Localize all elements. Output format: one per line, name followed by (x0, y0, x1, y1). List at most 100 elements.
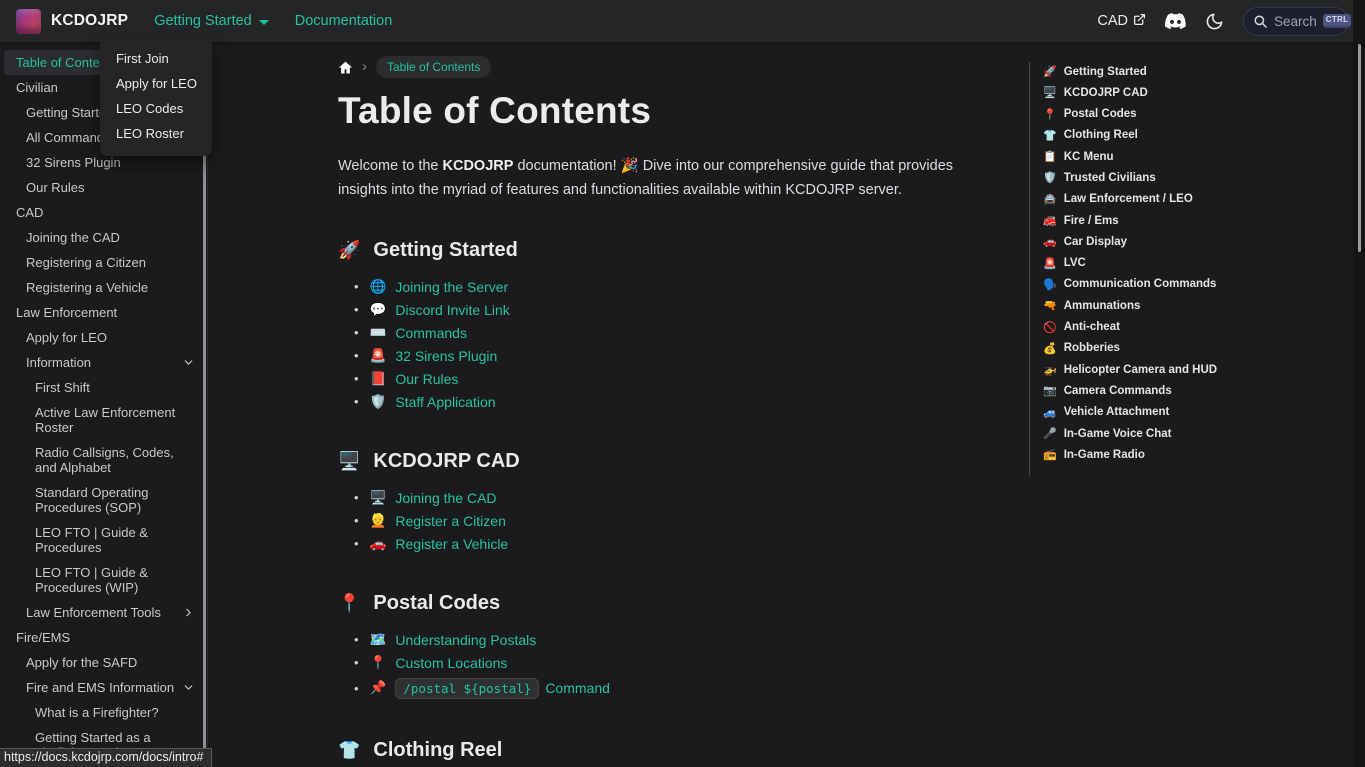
doc-list-item: 🚨 32 Sirens Plugin (354, 344, 988, 367)
toc-item[interactable]: 📷 Camera Commands (1043, 384, 1345, 397)
toc-emoji: 🖥️ (1043, 86, 1057, 99)
doc-link[interactable]: Understanding Postals (395, 632, 536, 648)
toc-item[interactable]: 🚗 Car Display (1043, 235, 1345, 248)
dropdown-item[interactable]: First Join (100, 46, 212, 71)
doc-link[interactable]: Discord Invite Link (395, 302, 509, 318)
chevron-icon[interactable] (182, 681, 195, 694)
sidebar-item[interactable]: Law Enforcement (4, 300, 203, 325)
kbd-ctrl: CTRL (1323, 14, 1352, 28)
toc-item[interactable]: 🚁 Helicopter Camera and HUD (1043, 363, 1345, 376)
sidebar-item[interactable]: What is a Firefighter? (4, 700, 203, 725)
doc-link[interactable]: Joining the CAD (395, 490, 496, 506)
sidebar-item[interactable]: Joining the CAD (4, 225, 203, 250)
chevron-icon[interactable] (182, 356, 195, 369)
toc-label: LVC (1064, 257, 1086, 269)
toc-item[interactable]: 🚀 Getting Started (1043, 65, 1345, 78)
sidebar-item-label: Law Enforcement Tools (26, 605, 161, 620)
toc-item[interactable]: 🚙 Vehicle Attachment (1043, 406, 1345, 419)
chevron-icon[interactable] (182, 606, 195, 619)
doc-list: 🌐 Joining the Server 💬 Discord Invite Li… (338, 275, 988, 413)
doc-link-label: Understanding Postals (395, 632, 536, 648)
sidebar-item[interactable]: Apply for LEO (4, 325, 203, 350)
sidebar-item[interactable]: Information (4, 350, 203, 375)
dropdown-item[interactable]: LEO Roster (100, 121, 212, 146)
dropdown-item[interactable]: Apply for LEO (100, 71, 212, 96)
doc-link-label: Register a Citizen (395, 513, 506, 529)
toc-item[interactable]: 🚔 Law Enforcement / LEO (1043, 193, 1345, 206)
list-emoji: 📍 (370, 655, 387, 671)
theme-toggle-moon-icon[interactable] (1205, 12, 1224, 31)
sidebar-item[interactable]: Registering a Citizen (4, 250, 203, 275)
doc-link[interactable]: 32 Sirens Plugin (395, 348, 497, 364)
list-emoji: 🚗 (370, 536, 387, 552)
doc-link[interactable]: Joining the Server (395, 279, 508, 295)
toc-emoji: 🔫 (1043, 299, 1057, 312)
list-emoji: 🗺️ (370, 632, 387, 648)
dropdown-item[interactable]: LEO Codes (100, 96, 212, 121)
home-icon[interactable] (338, 60, 353, 75)
doc-link[interactable]: Register a Vehicle (395, 536, 508, 552)
sidebar-item[interactable]: Our Rules (4, 175, 203, 200)
toc-item[interactable]: 📍 Postal Codes (1043, 108, 1345, 121)
doc-link[interactable]: Commands (395, 325, 467, 341)
toc-item[interactable]: 💰 Robberies (1043, 342, 1345, 355)
toc-emoji: 🚔 (1043, 193, 1057, 206)
sidebar-item[interactable]: LEO FTO | Guide & Procedures (4, 520, 203, 560)
toc-item[interactable]: 🔫 Ammunations (1043, 299, 1345, 312)
doc-link[interactable]: /postal ${postal} Command (395, 678, 610, 699)
toc-sidebar: 🚀 Getting Started 🖥️ KCDOJRP CAD 📍 Posta… (1029, 42, 1353, 767)
nav-link-documentation[interactable]: Documentation (295, 13, 393, 29)
brand-logo[interactable] (16, 9, 41, 34)
toc-item[interactable]: 🗣️ Communication Commands (1043, 278, 1345, 291)
sidebar-item[interactable]: Active Law Enforcement Roster (4, 400, 203, 440)
toc-emoji: 📻 (1043, 448, 1057, 461)
toc-item[interactable]: 🛡️ Trusted Civilians (1043, 171, 1345, 184)
external-link-icon (1133, 13, 1146, 30)
sidebar-item[interactable]: First Shift (4, 375, 203, 400)
toc-label: Communication Commands (1064, 278, 1217, 290)
sidebar-item[interactable]: Law Enforcement Tools (4, 600, 203, 625)
sidebar-item-label: Civilian (16, 80, 58, 95)
doc-link[interactable]: Staff Application (395, 394, 495, 410)
cad-external-link[interactable]: CAD (1097, 13, 1146, 30)
toc-emoji: 🚙 (1043, 406, 1057, 419)
page-scrollbar[interactable] (1353, 0, 1365, 767)
toc-item[interactable]: 🚒 Fire / Ems (1043, 214, 1345, 227)
toc-item[interactable]: 🎤 In-Game Voice Chat (1043, 427, 1345, 440)
toc-item[interactable]: 📻 In-Game Radio (1043, 448, 1345, 461)
sidebar-item[interactable]: Radio Callsigns, Codes, and Alphabet (4, 440, 203, 480)
doc-link[interactable]: Custom Locations (395, 655, 507, 671)
sidebar-item-label: CAD (16, 205, 43, 220)
sidebar-item[interactable]: LEO FTO | Guide & Procedures (WIP) (4, 560, 203, 600)
toc-label: Ammunations (1064, 300, 1141, 312)
breadcrumb-current[interactable]: Table of Contents (376, 56, 491, 78)
discord-icon[interactable] (1165, 13, 1186, 29)
toc-item[interactable]: 🚫 Anti-cheat (1043, 321, 1345, 334)
sidebar-item[interactable]: Standard Operating Procedures (SOP) (4, 480, 203, 520)
toc-item[interactable]: 🖥️ KCDOJRP CAD (1043, 86, 1345, 99)
sidebar-item[interactable]: Fire and EMS Information (4, 675, 203, 700)
toc-item[interactable]: 🚨 LVC (1043, 257, 1345, 270)
sidebar-item[interactable]: Apply for the SAFD (4, 650, 203, 675)
status-bar-url: https://docs.kcdojrp.com/docs/intro# (0, 748, 212, 767)
doc-link[interactable]: Our Rules (395, 371, 458, 387)
sidebar-item[interactable]: Fire/EMS (4, 625, 203, 650)
toc-item[interactable]: 👕 Clothing Reel (1043, 129, 1345, 142)
doc-link-label: Staff Application (395, 394, 495, 410)
doc-link-label: Our Rules (395, 371, 458, 387)
sidebar-item-label: What is a Firefighter? (35, 705, 159, 720)
toc-label: Law Enforcement / LEO (1064, 193, 1193, 205)
sidebar-item[interactable]: CAD (4, 200, 203, 225)
sidebar-item[interactable]: Registering a Vehicle (4, 275, 203, 300)
search-input[interactable]: Search CTRL K (1243, 7, 1349, 36)
doc-link[interactable]: Register a Citizen (395, 513, 506, 529)
sidebar-item-label: Registering a Citizen (26, 255, 146, 270)
toc-item[interactable]: 📋 KC Menu (1043, 150, 1345, 163)
doc-link-label: Custom Locations (395, 655, 507, 671)
brand-title[interactable]: KCDOJRP (51, 12, 128, 30)
nav-link-getting-started[interactable]: Getting Started (154, 13, 269, 29)
toc-emoji: 🚒 (1043, 214, 1057, 227)
page-scrollbar-thumb[interactable] (1358, 44, 1361, 252)
nav-link-label: Documentation (295, 13, 393, 29)
list-emoji: ⌨️ (370, 325, 387, 341)
